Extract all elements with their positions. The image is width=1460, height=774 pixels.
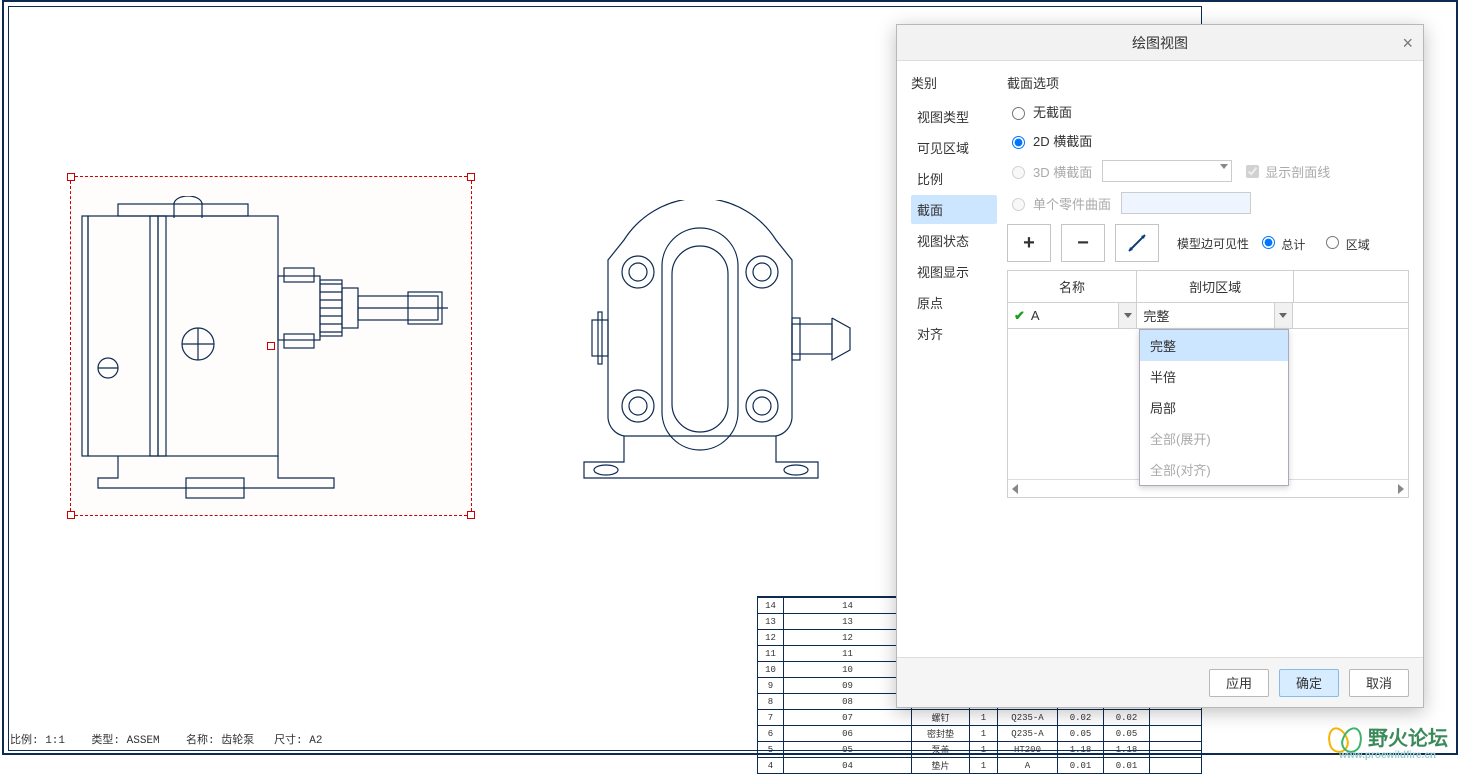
category-视图状态[interactable]: 视图状态 xyxy=(911,226,997,255)
handle-bottom-right[interactable] xyxy=(467,511,475,519)
close-icon[interactable]: × xyxy=(1402,33,1413,54)
area-dropdown-menu: 完整半倍局部全部(展开)全部(对齐) xyxy=(1139,329,1289,486)
categories-header: 类别 xyxy=(911,73,997,92)
flip-direction-button[interactable] xyxy=(1115,224,1159,262)
dropdown-item: 全部(展开) xyxy=(1140,423,1288,454)
name-dropdown-icon[interactable] xyxy=(1118,303,1136,328)
status-size: 尺寸: A2 xyxy=(274,735,322,747)
radio-3d-section: 3D 横截面 显示剖面线 xyxy=(1007,160,1409,182)
section-grid: 名称 剖切区域 ✔ A 完整 xyxy=(1007,270,1409,498)
category-可见区域[interactable]: 可见区域 xyxy=(911,133,997,162)
category-视图显示[interactable]: 视图显示 xyxy=(911,257,997,286)
status-type: 类型: ASSEM xyxy=(91,735,159,747)
cell-area[interactable]: 完整 xyxy=(1137,303,1292,329)
remove-button[interactable]: − xyxy=(1061,224,1105,262)
dialog-title-bar[interactable]: 绘图视图 × xyxy=(897,25,1423,61)
status-bar: 比例: 1:1 类型: ASSEM 名称: 齿轮泵 尺寸: A2 xyxy=(10,731,322,747)
dropdown-item[interactable]: 完整 xyxy=(1140,330,1288,361)
dialog-title: 绘图视图 xyxy=(1132,33,1188,53)
radio-vis-total[interactable]: 总计 xyxy=(1257,233,1305,253)
scroll-right-icon[interactable] xyxy=(1398,484,1404,494)
edge-visibility-label: 模型边可见性 xyxy=(1177,235,1249,252)
ok-button[interactable]: 确定 xyxy=(1279,669,1339,697)
category-对齐[interactable]: 对齐 xyxy=(911,319,997,348)
table-row: 505泵盖1HT2001.181.18 xyxy=(758,742,1202,758)
handle-top-right[interactable] xyxy=(467,173,475,181)
radio-single-surface: 单个零件曲面 xyxy=(1007,192,1409,214)
radio-vis-area[interactable]: 区域 xyxy=(1321,233,1369,253)
dropdown-item[interactable]: 半倍 xyxy=(1140,361,1288,392)
apply-button[interactable]: 应用 xyxy=(1209,669,1269,697)
dropdown-item[interactable]: 局部 xyxy=(1140,392,1288,423)
radio-2d-section[interactable]: 2D 横截面 xyxy=(1007,131,1409,150)
status-scale: 比例: 1:1 xyxy=(10,735,65,747)
col-extra xyxy=(1294,271,1408,302)
category-比例[interactable]: 比例 xyxy=(911,164,997,193)
check-icon: ✔ xyxy=(1014,308,1025,324)
cancel-button[interactable]: 取消 xyxy=(1349,669,1409,697)
table-row: 606密封垫1Q235-A0.050.05 xyxy=(758,726,1202,742)
scroll-left-icon[interactable] xyxy=(1012,484,1018,494)
cell-name[interactable]: ✔ A xyxy=(1008,303,1137,329)
category-截面[interactable]: 截面 xyxy=(911,195,997,224)
table-row: 707螺钉1Q235-A0.020.02 xyxy=(758,710,1202,726)
cell-extra xyxy=(1293,303,1408,329)
status-name: 名称: 齿轮泵 xyxy=(186,735,254,747)
category-原点[interactable]: 原点 xyxy=(911,288,997,317)
show-section-lines-check: 显示剖面线 xyxy=(1242,162,1330,181)
drawing-view-right xyxy=(560,200,870,510)
drawing-view-dialog: 绘图视图 × 类别 视图类型可见区域比例截面视图状态视图显示原点对齐 截面选项 … xyxy=(896,24,1424,708)
col-area: 剖切区域 xyxy=(1137,271,1294,302)
add-button[interactable]: + xyxy=(1007,224,1051,262)
single-surface-combo xyxy=(1121,192,1251,214)
watermark: 野火论坛 www.proewildfire.cn xyxy=(1328,722,1448,753)
area-dropdown-icon[interactable] xyxy=(1274,303,1292,328)
drawing-view-left[interactable] xyxy=(78,196,468,504)
handle-bottom-left[interactable] xyxy=(67,511,75,519)
section-options-header: 截面选项 xyxy=(1007,73,1409,92)
table-row: 404垫片1A0.010.01 xyxy=(758,758,1202,774)
dropdown-item: 全部(对齐) xyxy=(1140,454,1288,485)
handle-top-left[interactable] xyxy=(67,173,75,181)
col-name: 名称 xyxy=(1008,271,1137,302)
category-视图类型[interactable]: 视图类型 xyxy=(911,102,997,131)
section-3d-combo xyxy=(1102,160,1232,182)
radio-no-section[interactable]: 无截面 xyxy=(1007,102,1409,121)
